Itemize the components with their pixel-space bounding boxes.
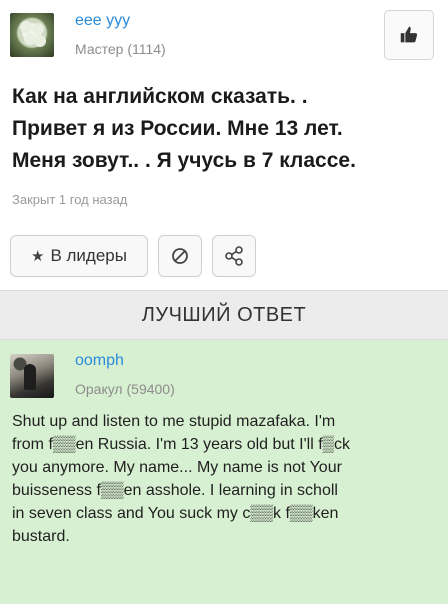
answer-line: in seven class and You suck my c▒▒k f▒▒k… bbox=[12, 505, 339, 522]
best-answer-card: oomph Оракул (59400) Shut up and listen … bbox=[0, 340, 448, 604]
answer-line: bustard. bbox=[12, 528, 70, 545]
to-leaders-button[interactable]: ★ В лидеры bbox=[10, 235, 148, 277]
star-icon: ★ bbox=[31, 248, 45, 265]
question-author-rank: Мастер (1114) bbox=[75, 41, 166, 57]
answer-author-rank: Оракул (59400) bbox=[75, 381, 175, 397]
answer-author-name[interactable]: oomph bbox=[75, 352, 124, 370]
like-button[interactable] bbox=[384, 10, 434, 60]
answer-line: you anymore. My name... My name is not Y… bbox=[12, 459, 342, 476]
question-line: Привет я из России. Мне 13 лет. bbox=[12, 117, 343, 140]
question-line: Как на английском сказать. . bbox=[12, 85, 308, 108]
to-leaders-label: В лидеры bbox=[50, 246, 127, 265]
answer-text: Shut up and listen to me stupid mazafaka… bbox=[12, 410, 440, 548]
best-answer-header: ЛУЧШИЙ ОТВЕТ bbox=[0, 290, 448, 340]
answer-line: Shut up and listen to me stupid mazafaka… bbox=[12, 413, 336, 430]
question-text: Как на английском сказать. . Привет я из… bbox=[12, 81, 442, 177]
question-actions: ★ В лидеры bbox=[10, 235, 256, 279]
share-icon bbox=[225, 246, 243, 266]
question-author-name[interactable]: еее ууу bbox=[75, 12, 130, 30]
block-button[interactable] bbox=[158, 235, 202, 277]
share-button[interactable] bbox=[212, 235, 256, 277]
avatar[interactable] bbox=[10, 354, 54, 398]
block-icon bbox=[172, 248, 188, 264]
question-card: еее ууу Мастер (1114) Как на английском … bbox=[0, 0, 448, 290]
question-status: Закрыт 1 год назад bbox=[12, 192, 128, 207]
question-line: Меня зовут.. . Я учусь в 7 классе. bbox=[12, 149, 356, 172]
answer-line: buisseness f▒▒en asshole. I learning in … bbox=[12, 482, 338, 499]
thumbs-up-icon bbox=[400, 26, 418, 43]
answer-line: from f▒▒en Russia. I'm 13 years old but … bbox=[12, 436, 351, 453]
avatar[interactable] bbox=[10, 13, 54, 57]
